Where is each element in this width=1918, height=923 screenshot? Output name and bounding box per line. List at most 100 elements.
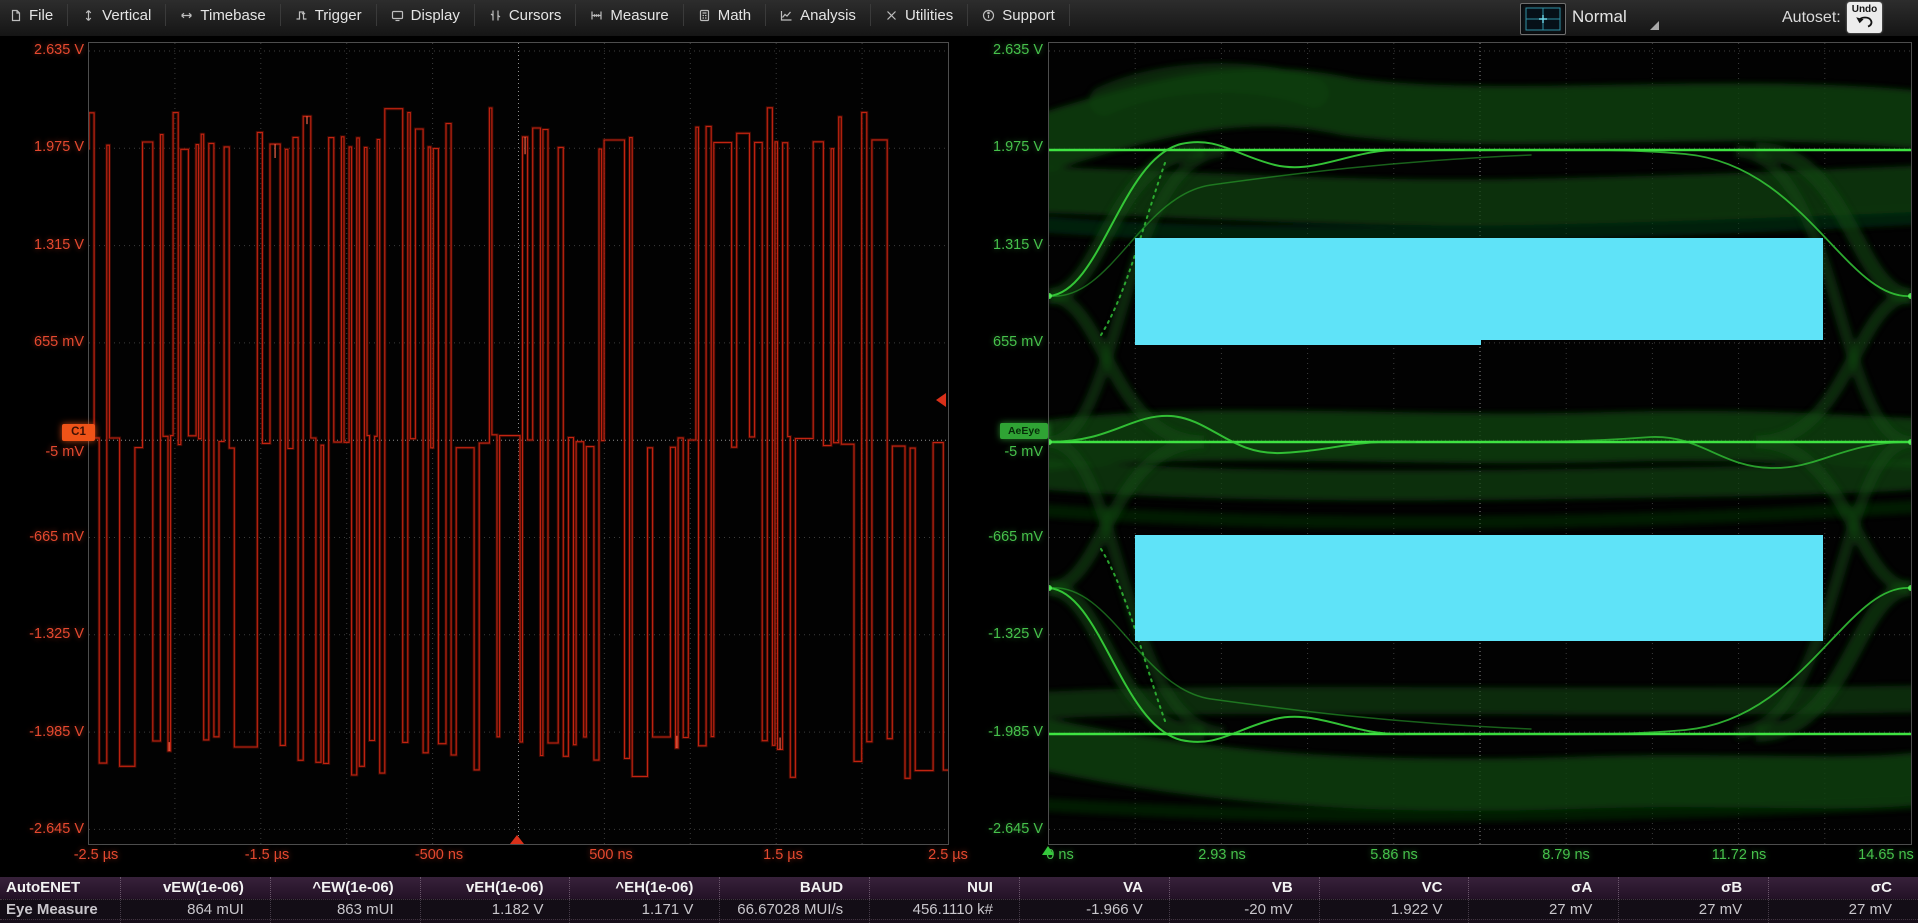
utilities-icon <box>887 10 896 20</box>
y-tick: 2.635 V <box>993 42 1043 58</box>
table-header-cell[interactable]: σA <box>1468 877 1618 899</box>
menu-file[interactable]: File <box>0 4 69 26</box>
table-header-cell[interactable]: ^EW(1e-06) <box>269 877 420 899</box>
math-icon <box>699 9 709 21</box>
y-tick: 1.315 V <box>993 237 1043 253</box>
aeeye-trace-badge[interactable]: AeEye <box>1000 423 1048 439</box>
y-tick: 1.975 V <box>993 139 1043 155</box>
y-tick: -1.985 V <box>988 724 1043 740</box>
x-tick: 1.5 µs <box>763 847 803 863</box>
y-tick: 2.635 V <box>34 42 84 58</box>
x-tick: 5.86 ns <box>1370 847 1418 863</box>
table-cell: 863 mUI <box>269 900 420 919</box>
y-tick: -1.325 V <box>29 626 84 642</box>
y-tick: -2.645 V <box>29 821 84 837</box>
eye-mask-upper <box>1135 238 1823 345</box>
x-tick: -1.5 µs <box>244 847 290 863</box>
eye-mask-lower <box>1135 535 1823 641</box>
measure-icon <box>591 11 602 19</box>
grid-display-button[interactable] <box>1520 3 1566 35</box>
c1-channel-badge[interactable]: C1 <box>62 424 95 441</box>
table-cell: 864 mUI <box>120 900 270 919</box>
trigger-time-marker[interactable] <box>510 835 524 844</box>
display-mode-value: Normal <box>1572 7 1627 26</box>
menu-analysis-label: Analysis <box>800 6 856 24</box>
menu-measure-label: Measure <box>610 6 669 24</box>
table-header-cell[interactable]: σC <box>1768 877 1918 899</box>
display-mode-dropdown[interactable]: Normal <box>1572 7 1627 27</box>
table-cell: 27 mV <box>1618 900 1768 919</box>
table-cell: 66.67028 MUI/s <box>719 900 869 919</box>
table-header-cell[interactable]: vEH(1e-06) <box>419 877 570 899</box>
menu-vertical[interactable]: Vertical <box>68 4 167 26</box>
table-header-cell: AutoENET <box>6 879 81 896</box>
undo-autoset-button[interactable]: Undo <box>1847 2 1882 33</box>
menu-math[interactable]: Math <box>684 4 767 26</box>
support-icon <box>983 9 995 21</box>
menu-timebase[interactable]: Timebase <box>166 4 281 26</box>
y-tick: 1.975 V <box>34 139 84 155</box>
table-cell: 1.182 V <box>419 900 570 919</box>
menu-utilities[interactable]: Utilities <box>871 4 969 26</box>
table-header-cell[interactable]: vEW(1e-06) <box>120 877 270 899</box>
menu-measure[interactable]: Measure <box>576 4 684 26</box>
menu-support[interactable]: Support <box>968 4 1070 26</box>
menubar: File Vertical Timebase Trigger Display C… <box>0 0 1918 37</box>
menu-timebase-label: Timebase <box>200 6 266 24</box>
x-tick: 11.72 ns <box>1711 847 1767 863</box>
display-icon <box>391 10 403 21</box>
y-tick: -5 mV <box>1004 444 1043 460</box>
dropdown-corner-icon[interactable] <box>1650 21 1659 30</box>
menu-file-label: File <box>29 6 54 24</box>
table-header-cell[interactable]: VC <box>1318 877 1469 899</box>
vertical-icon <box>85 9 92 21</box>
trigger-level-marker[interactable] <box>936 393 946 407</box>
table-header-cell[interactable]: BAUD <box>719 877 869 899</box>
table-header-cell[interactable]: ^EH(1e-06) <box>569 877 719 899</box>
measurement-table: AutoENET vEW(1e-06) ^EW(1e-06) vEH(1e-06… <box>0 877 1918 923</box>
table-header-cell[interactable]: VB <box>1168 877 1319 899</box>
table-cell: 27 mV <box>1468 900 1618 919</box>
y-tick: 655 mV <box>34 334 84 350</box>
menu-cursors[interactable]: Cursors <box>475 4 577 26</box>
menu-vertical-label: Vertical <box>102 6 152 24</box>
x-tick: 2.93 ns <box>1198 847 1246 863</box>
menu-display[interactable]: Display <box>377 4 475 26</box>
grid-layout-icon <box>1525 7 1561 31</box>
cursors-icon <box>490 10 501 20</box>
y-tick: 1.315 V <box>34 237 84 253</box>
menu-support-label: Support <box>1002 6 1055 24</box>
menu-trigger-label: Trigger <box>314 6 362 24</box>
menu-analysis[interactable]: Analysis <box>766 4 871 26</box>
table-header-cell[interactable]: σB <box>1618 877 1768 899</box>
undo-button-label: Undo <box>1851 4 1878 15</box>
menu-trigger[interactable]: Trigger <box>281 4 377 26</box>
table-cell: 1.922 V <box>1318 900 1469 919</box>
zero-time-marker[interactable] <box>1042 846 1054 855</box>
x-tick: -2.5 µs <box>73 847 119 863</box>
table-row-label: Eye Measure <box>6 901 98 918</box>
table-header-cell[interactable]: VA <box>1018 877 1169 899</box>
trigger-icon <box>296 10 307 20</box>
y-tick: 655 mV <box>993 334 1043 350</box>
y-tick: -5 mV <box>45 444 84 460</box>
autoset-label: Autoset: <box>1782 9 1841 26</box>
x-tick: 2.5 µs <box>928 847 968 863</box>
y-tick: -665 mV <box>988 529 1043 545</box>
menu-display-label: Display <box>410 6 460 24</box>
oscilloscope-app: File Vertical Timebase Trigger Display C… <box>0 0 1918 923</box>
analysis-icon <box>780 10 792 21</box>
table-cell: -20 mV <box>1168 900 1319 919</box>
timebase-icon <box>181 12 193 18</box>
table-row-eye-measure: Eye Measure 864 mUI 863 mUI 1.182 V 1.17… <box>0 899 1918 919</box>
x-tick: 500 ns <box>589 847 633 863</box>
waveform-panel[interactable] <box>88 42 949 845</box>
table-cell: 1.171 V <box>569 900 719 919</box>
table-cell: 456.1110 k# <box>869 900 1019 919</box>
y-tick: -665 mV <box>29 529 84 545</box>
menu-math-label: Math <box>717 6 752 24</box>
table-header-row: AutoENET vEW(1e-06) ^EW(1e-06) vEH(1e-06… <box>0 877 1918 899</box>
table-header-cell[interactable]: NUI <box>869 877 1019 899</box>
eye-diagram-panel[interactable] <box>1048 42 1912 845</box>
file-icon <box>11 9 21 21</box>
